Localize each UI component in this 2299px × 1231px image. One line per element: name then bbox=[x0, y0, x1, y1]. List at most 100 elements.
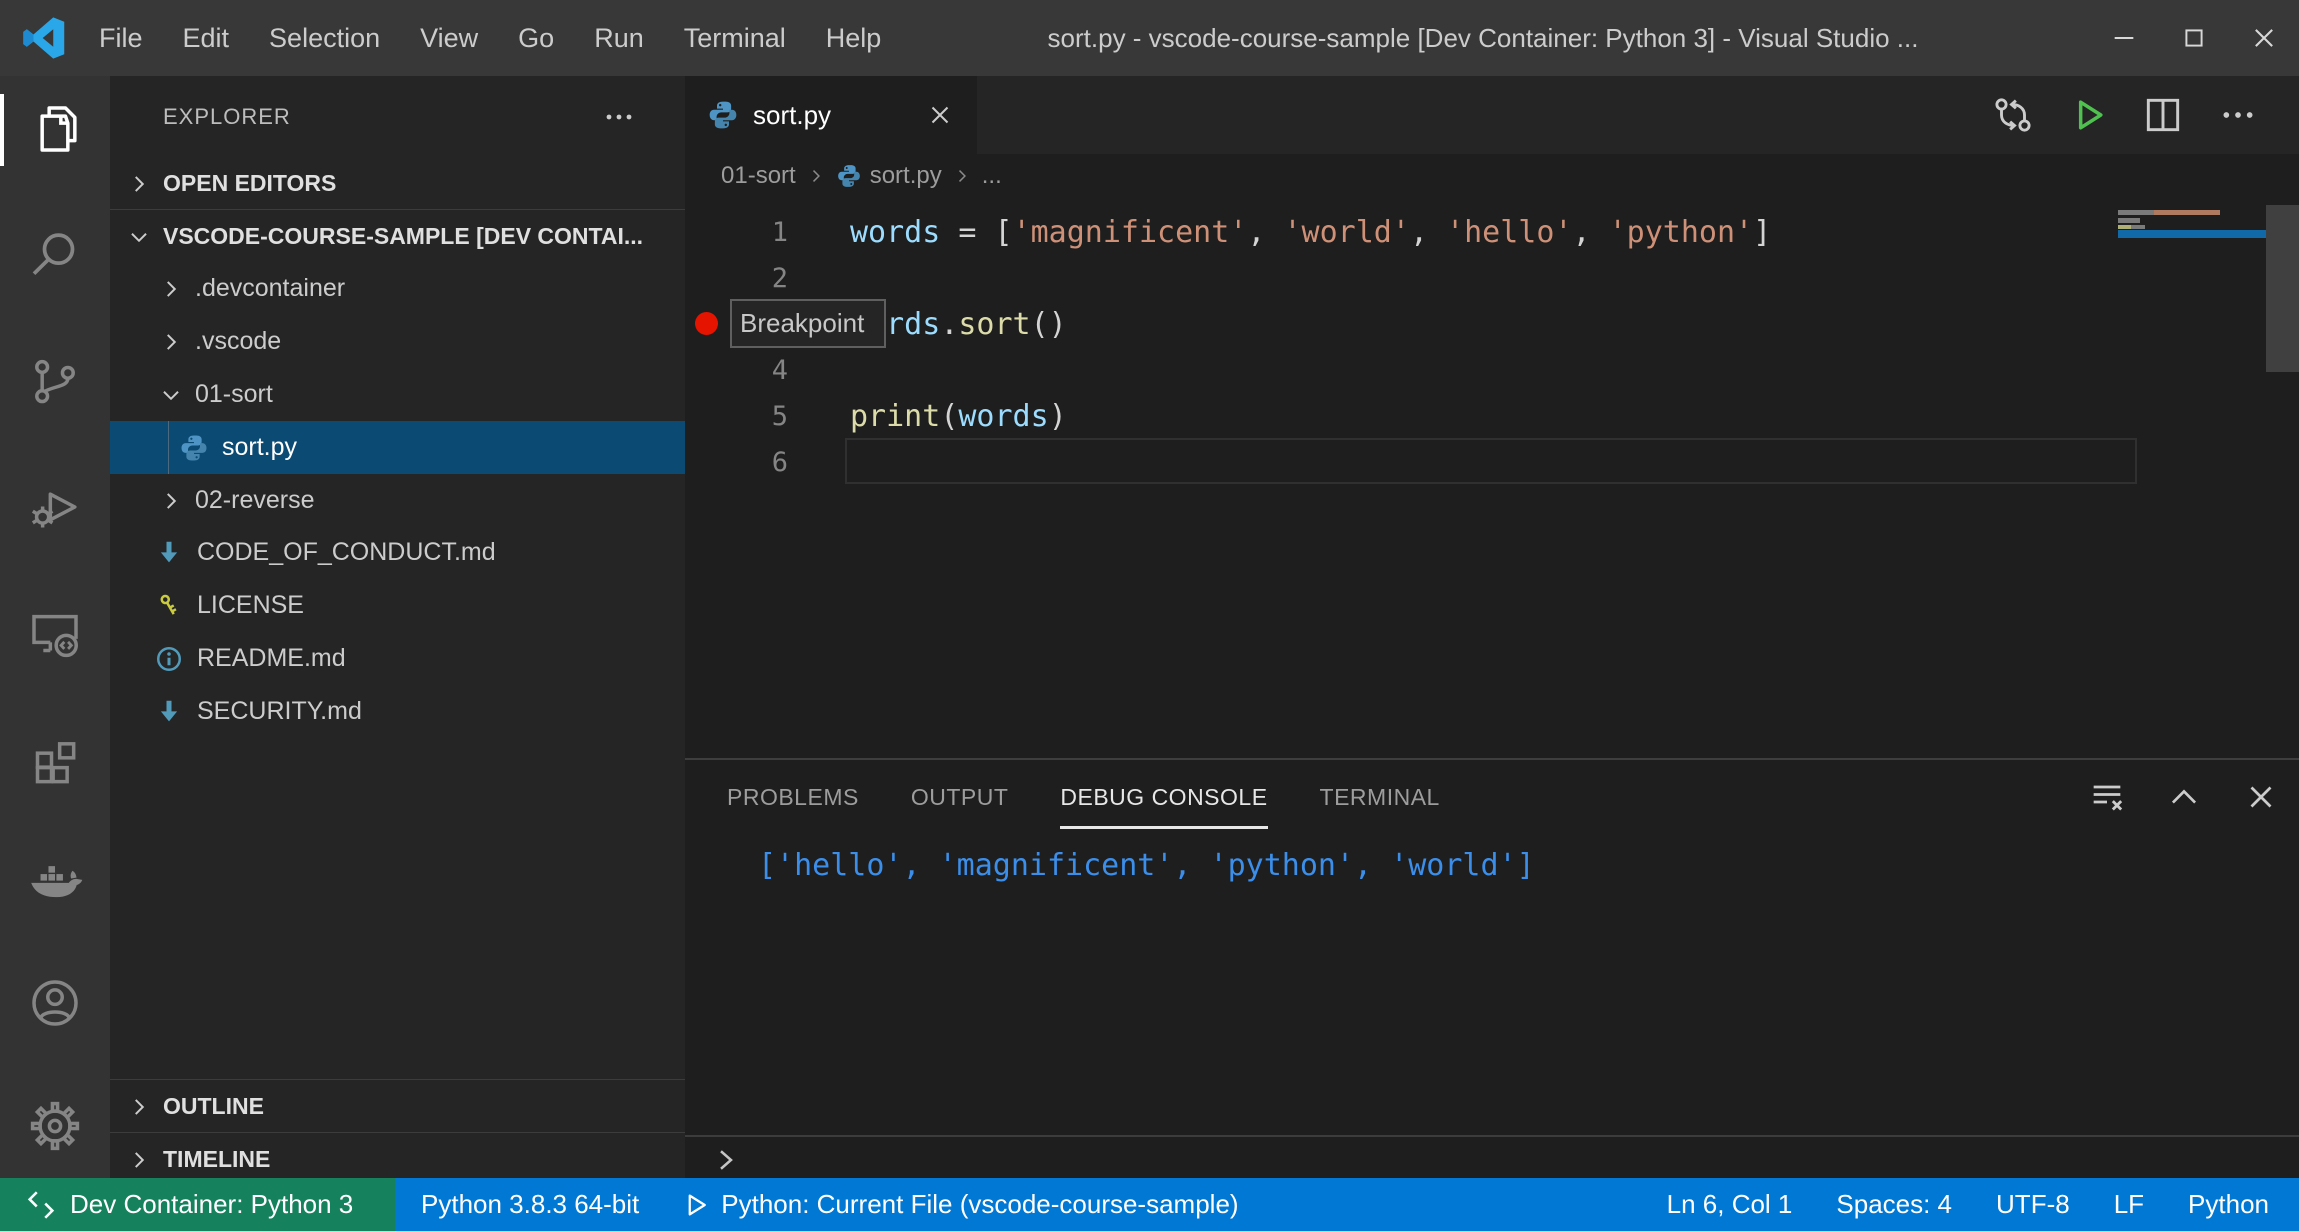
tab-sort-py[interactable]: sort.py bbox=[685, 76, 977, 154]
remote-explorer-icon[interactable] bbox=[27, 605, 83, 661]
chevron-right-icon bbox=[158, 276, 184, 302]
code-line-4: 4 bbox=[685, 348, 2299, 394]
license-key-icon bbox=[154, 591, 184, 621]
breakpoint-dot[interactable] bbox=[695, 312, 718, 335]
debug-console-output: ['hello', 'magnificent', 'python', 'worl… bbox=[758, 848, 1535, 883]
console-prompt-icon bbox=[711, 1145, 741, 1175]
timeline-section[interactable]: TIMELINE bbox=[110, 1133, 685, 1178]
clear-console-icon[interactable] bbox=[2068, 769, 2145, 825]
code-line-6: 6 bbox=[685, 440, 2299, 486]
split-editor-icon[interactable] bbox=[2125, 87, 2200, 143]
explorer-title: EXPLORER bbox=[163, 104, 291, 130]
code-line-2: 2 bbox=[685, 256, 2299, 302]
breakpoint-tooltip: Breakpoint bbox=[730, 299, 886, 348]
eol-status[interactable]: LF bbox=[2114, 1189, 2144, 1220]
more-actions-icon[interactable] bbox=[2200, 87, 2275, 143]
tree-item-devcontainer[interactable]: .devcontainer bbox=[110, 262, 685, 315]
chevron-right-icon bbox=[126, 1094, 152, 1120]
editor-scrollbar[interactable] bbox=[2266, 205, 2299, 372]
encoding-status[interactable]: UTF-8 bbox=[1996, 1189, 2070, 1220]
minimize-button[interactable] bbox=[2089, 0, 2159, 76]
menu-terminal[interactable]: Terminal bbox=[664, 23, 806, 54]
menu-help[interactable]: Help bbox=[806, 23, 902, 54]
markdown-file-icon bbox=[154, 697, 184, 727]
breadcrumb-file[interactable]: sort.py bbox=[870, 162, 942, 190]
indentation-status[interactable]: Spaces: 4 bbox=[1836, 1189, 1952, 1220]
menu-edit[interactable]: Edit bbox=[163, 23, 250, 54]
run-python-file-icon[interactable] bbox=[2050, 87, 2125, 143]
tree-item-license[interactable]: LICENSE bbox=[110, 579, 685, 632]
explorer-icon[interactable] bbox=[27, 101, 83, 157]
code-line-1: 1 words = ['magnificent', 'world', 'hell… bbox=[685, 210, 2299, 256]
code-line-5: 5 print(words) bbox=[685, 394, 2299, 440]
python-version-status[interactable]: Python 3.8.3 64-bit bbox=[421, 1189, 639, 1220]
vscode-logo bbox=[22, 16, 66, 60]
markdown-file-icon bbox=[154, 538, 184, 568]
title-bar: File Edit Selection View Go Run Terminal… bbox=[0, 0, 2299, 76]
tree-item-readme[interactable]: README.md bbox=[110, 632, 685, 685]
active-view-indicator bbox=[0, 94, 4, 166]
minimap[interactable] bbox=[2118, 210, 2220, 215]
line-col-status[interactable]: Ln 6, Col 1 bbox=[1667, 1189, 1793, 1220]
chevron-down-icon bbox=[126, 224, 152, 250]
tree-item-code-of-conduct[interactable]: CODE_OF_CONDUCT.md bbox=[110, 526, 685, 579]
tab-label: sort.py bbox=[753, 100, 831, 131]
open-changes-icon[interactable] bbox=[1975, 87, 2050, 143]
run-debug-icon[interactable] bbox=[27, 479, 83, 535]
chevron-right-icon bbox=[806, 166, 826, 186]
editor-group: sort.py bbox=[685, 76, 2299, 1178]
settings-gear-icon[interactable] bbox=[27, 1098, 83, 1154]
run-config-status[interactable]: Python: Current File (vscode-course-samp… bbox=[681, 1189, 1238, 1220]
explorer-more-actions-icon[interactable] bbox=[605, 104, 635, 130]
maximize-button[interactable] bbox=[2159, 0, 2229, 76]
breadcrumb-symbol[interactable]: ... bbox=[982, 162, 1002, 190]
source-control-icon[interactable] bbox=[27, 353, 83, 409]
docker-icon[interactable] bbox=[27, 854, 83, 910]
python-file-icon bbox=[179, 433, 209, 463]
menu-view[interactable]: View bbox=[400, 23, 498, 54]
activity-bar bbox=[0, 76, 110, 1178]
menu-go[interactable]: Go bbox=[498, 23, 574, 54]
python-file-icon bbox=[836, 163, 862, 189]
root-folder-section[interactable]: VSCODE-COURSE-SAMPLE [DEV CONTAI... bbox=[110, 210, 685, 263]
window-title: sort.py - vscode-course-sample [Dev Cont… bbox=[1048, 0, 1919, 76]
panel-tab-debug-console[interactable]: DEBUG CONSOLE bbox=[1060, 784, 1267, 811]
minimap-current-line bbox=[2118, 230, 2266, 238]
tab-close-icon[interactable] bbox=[925, 100, 955, 130]
chevron-down-icon bbox=[158, 382, 184, 408]
maximize-panel-icon[interactable] bbox=[2145, 769, 2222, 825]
remote-indicator[interactable]: Dev Container: Python 3 bbox=[0, 1178, 395, 1231]
remote-icon bbox=[24, 1188, 58, 1222]
tree-item-vscode[interactable]: .vscode bbox=[110, 315, 685, 368]
menu-file[interactable]: File bbox=[79, 23, 163, 54]
accounts-icon[interactable] bbox=[27, 975, 83, 1031]
chevron-right-icon bbox=[952, 166, 972, 186]
tree-item-security[interactable]: SECURITY.md bbox=[110, 685, 685, 738]
open-editors-section[interactable]: OPEN EDITORS bbox=[110, 157, 685, 210]
bottom-panel: PROBLEMS OUTPUT DEBUG CONSOLE TERMINAL bbox=[685, 758, 2299, 1178]
tree-item-02-reverse[interactable]: 02-reverse bbox=[110, 474, 685, 527]
search-icon[interactable] bbox=[27, 227, 83, 283]
explorer-sidebar: EXPLORER OPEN EDITORS VSCODE-COURSE-SAMP… bbox=[110, 76, 685, 1178]
debug-console-input[interactable] bbox=[685, 1135, 2299, 1180]
chevron-right-icon bbox=[158, 329, 184, 355]
menu-run[interactable]: Run bbox=[574, 23, 664, 54]
outline-section[interactable]: OUTLINE bbox=[110, 1080, 685, 1133]
close-button[interactable] bbox=[2229, 0, 2299, 76]
panel-tab-terminal[interactable]: TERMINAL bbox=[1320, 784, 1440, 811]
breadcrumb-folder[interactable]: 01-sort bbox=[721, 162, 796, 190]
tree-item-sort-py[interactable]: sort.py bbox=[110, 421, 685, 474]
panel-tab-output[interactable]: OUTPUT bbox=[911, 784, 1009, 811]
tab-bar: sort.py bbox=[685, 76, 2299, 154]
menu-selection[interactable]: Selection bbox=[249, 23, 400, 54]
menu-bar: File Edit Selection View Go Run Terminal… bbox=[79, 0, 901, 76]
breadcrumb: 01-sort sort.py ... bbox=[685, 154, 2299, 198]
status-bar: Dev Container: Python 3 Python 3.8.3 64-… bbox=[0, 1178, 2299, 1231]
code-editor[interactable]: 1 words = ['magnificent', 'world', 'hell… bbox=[685, 198, 2299, 758]
extensions-icon[interactable] bbox=[27, 731, 83, 787]
tree-item-01-sort[interactable]: 01-sort bbox=[110, 368, 685, 421]
close-panel-icon[interactable] bbox=[2222, 769, 2299, 825]
language-status[interactable]: Python bbox=[2188, 1189, 2269, 1220]
code-line-3: 3 words.sort() bbox=[685, 302, 2299, 348]
panel-tab-problems[interactable]: PROBLEMS bbox=[727, 784, 859, 811]
